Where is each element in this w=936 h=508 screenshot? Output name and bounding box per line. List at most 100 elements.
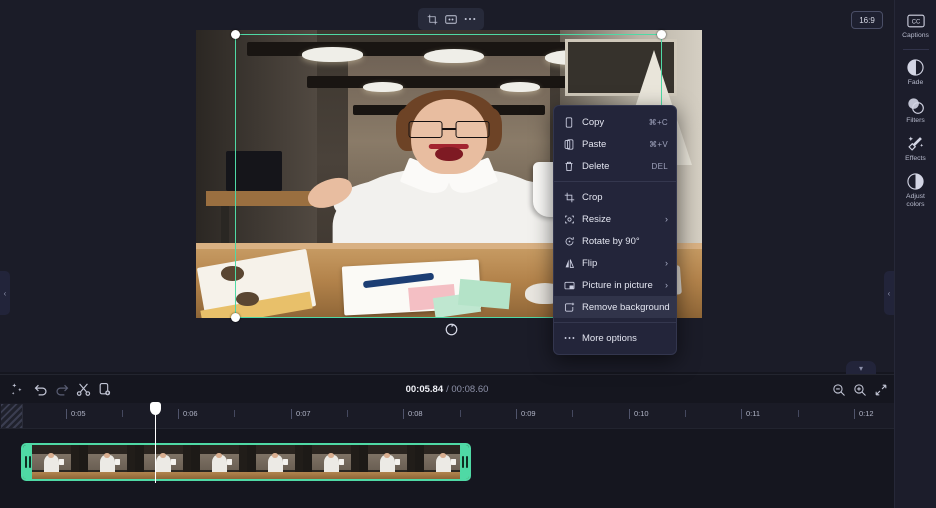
chevron-left-icon: ‹ <box>4 289 7 298</box>
clip-thumbnails <box>23 445 469 479</box>
clip-trim-handle-right[interactable] <box>460 445 469 479</box>
playhead[interactable] <box>155 403 156 483</box>
menu-label: Remove background <box>582 302 670 313</box>
menu-item-resize[interactable]: Resize › <box>554 208 676 230</box>
timeline: 00:05.84 / 00:08.60 <box>0 374 894 508</box>
copy-icon <box>562 117 576 128</box>
ruler-tick-label: 0:12 <box>854 409 874 419</box>
video-clip[interactable] <box>21 443 471 481</box>
sidebar-item-label: Effects <box>905 155 926 163</box>
menu-item-remove-background[interactable]: Remove background <box>554 296 676 318</box>
fit-to-screen-icon[interactable] <box>872 381 889 398</box>
picture-in-picture-icon <box>562 280 576 291</box>
sidebar-item-fade[interactable]: Fade <box>895 53 936 91</box>
menu-label: More options <box>582 333 668 344</box>
menu-label: Picture in picture <box>582 280 665 291</box>
menu-item-delete[interactable]: Delete DEL <box>554 155 676 177</box>
menu-shortcut: ⌘+C <box>649 118 668 127</box>
ruler-tick-label: 0:10 <box>629 409 649 419</box>
menu-item-picture-in-picture[interactable]: Picture in picture › <box>554 274 676 296</box>
playback-bar: 5 5 <box>0 336 894 366</box>
flip-icon <box>562 258 576 269</box>
sidebar-item-filters[interactable]: Filters <box>895 91 936 129</box>
sidebar-item-captions[interactable]: CC Captions <box>895 6 936 44</box>
aspect-ratio-label: 16:9 <box>859 16 875 25</box>
loop-icon[interactable] <box>444 322 459 337</box>
playhead-knob[interactable] <box>150 402 161 415</box>
ruler-tick-label: 0:05 <box>66 409 86 419</box>
menu-label: Delete <box>582 161 652 172</box>
captions-icon: CC <box>906 11 925 30</box>
ruler-tick-label: 0:06 <box>178 409 198 419</box>
ruler-tick-label: 0:09 <box>516 409 536 419</box>
menu-item-more-options[interactable]: More options <box>554 327 676 349</box>
menu-label: Crop <box>582 192 668 203</box>
fade-icon <box>906 58 925 77</box>
menu-label: Copy <box>582 117 649 128</box>
menu-label: Flip <box>582 258 665 269</box>
sidebar-item-label: Captions <box>902 32 929 40</box>
panel-resize-handle[interactable]: ▾ <box>846 361 876 375</box>
timeline-time-display: 00:05.84 / 00:08.60 <box>0 375 894 403</box>
chevron-down-icon: ▾ <box>859 364 863 373</box>
crop-icon <box>562 192 576 203</box>
zoom-out-icon[interactable] <box>830 381 847 398</box>
chevron-left-icon: ‹ <box>888 289 891 298</box>
clip-trim-handle-left[interactable] <box>23 445 32 479</box>
current-time: 00:05.84 <box>406 384 444 395</box>
menu-item-paste[interactable]: Paste ⌘+V <box>554 133 676 155</box>
menu-separator <box>554 181 676 182</box>
menu-item-rotate-by-90[interactable]: Rotate by 90° <box>554 230 676 252</box>
menu-shortcut: ⌘+V <box>649 140 668 149</box>
timeline-track-area[interactable] <box>0 435 894 508</box>
remove-background-icon <box>562 302 576 313</box>
picture-in-picture-icon[interactable] <box>442 10 460 28</box>
timeline-ruler[interactable]: 0:05 0:06 0:07 0:08 0:09 0:10 0:11 0:12 <box>0 403 894 429</box>
ruler-tick-label: 0:11 <box>741 409 760 419</box>
chevron-right-icon: › <box>665 214 668 224</box>
rotate-icon <box>562 236 576 247</box>
menu-label: Paste <box>582 139 649 150</box>
right-sidebar: CC Captions Fade Fi <box>894 0 936 508</box>
chevron-right-icon: › <box>665 258 668 268</box>
timeline-toolbar: 00:05.84 / 00:08.60 <box>0 375 894 403</box>
preview-stage: 16:9 <box>0 0 894 372</box>
more-options-icon[interactable] <box>461 10 479 28</box>
sidebar-item-label: Filters <box>906 117 925 125</box>
sidebar-item-label: Adjust colors <box>906 193 925 209</box>
undo-icon[interactable] <box>32 381 49 398</box>
duplicate-icon[interactable] <box>96 381 113 398</box>
sidebar-item-label: Fade <box>908 79 924 87</box>
preview-floating-toolbar <box>418 8 484 30</box>
effects-icon <box>906 134 925 153</box>
paste-icon <box>562 139 576 150</box>
redo-icon[interactable] <box>54 381 71 398</box>
menu-item-crop[interactable]: Crop <box>554 186 676 208</box>
menu-shortcut: DEL <box>652 162 668 171</box>
menu-item-flip[interactable]: Flip › <box>554 252 676 274</box>
svg-text:CC: CC <box>911 19 920 25</box>
resize-icon <box>562 214 576 225</box>
sidebar-item-effects[interactable]: Effects <box>895 129 936 167</box>
menu-label: Rotate by 90° <box>582 236 668 247</box>
aspect-ratio-button[interactable]: 16:9 <box>851 11 883 29</box>
sidebar-separator <box>903 49 929 50</box>
zoom-in-icon[interactable] <box>851 381 868 398</box>
collapse-right-panel-button[interactable]: ‹ <box>884 271 894 315</box>
video-editor-app: 16:9 <box>0 0 936 508</box>
chevron-right-icon: › <box>665 280 668 290</box>
total-time: / 00:08.60 <box>446 384 488 395</box>
crop-icon[interactable] <box>423 10 441 28</box>
menu-item-copy[interactable]: Copy ⌘+C <box>554 111 676 133</box>
magic-wand-icon[interactable] <box>9 381 26 398</box>
menu-separator <box>554 322 676 323</box>
filters-icon <box>906 96 925 115</box>
adjust-colors-icon <box>906 172 925 191</box>
more-options-icon <box>562 336 576 340</box>
split-icon[interactable] <box>75 381 92 398</box>
menu-label: Resize <box>582 214 665 225</box>
sidebar-item-adjust-colors[interactable]: Adjust colors <box>895 167 936 213</box>
ruler-tick-label: 0:07 <box>291 409 311 419</box>
ruler-tick-label: 0:08 <box>403 409 423 419</box>
collapse-left-panel-button[interactable]: ‹ <box>0 271 10 315</box>
